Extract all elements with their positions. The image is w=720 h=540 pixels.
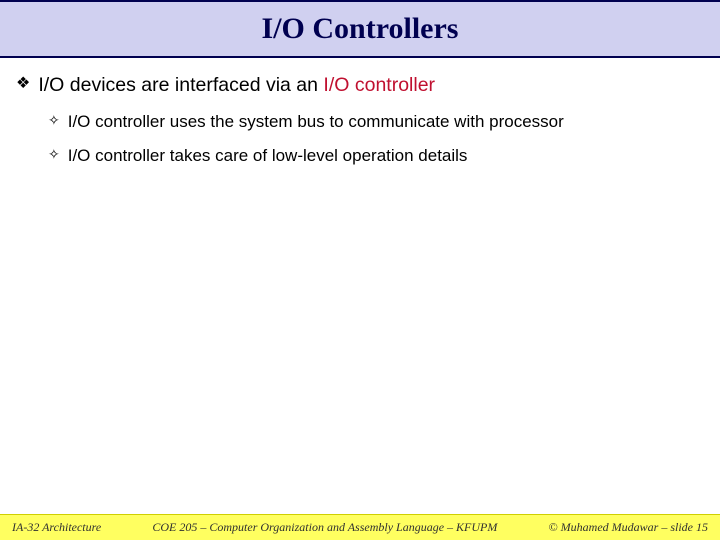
footer-left: IA-32 Architecture xyxy=(12,520,101,535)
main-bullet-row: ❖ I/O devices are interfaced via an I/O … xyxy=(16,72,704,98)
footer-center: COE 205 – Computer Organization and Asse… xyxy=(101,520,548,535)
sub-bullet-row: ✧ I/O controller takes care of low-level… xyxy=(48,144,704,168)
footer-right: © Muhamed Mudawar – slide 15 xyxy=(549,520,708,535)
diamond-open-icon: ✧ xyxy=(48,110,60,131)
main-bullet-prefix: I/O devices are interfaced via an xyxy=(38,74,323,96)
slide-title: I/O Controllers xyxy=(262,12,459,46)
main-bullet-text: I/O devices are interfaced via an I/O co… xyxy=(38,72,435,98)
sub-bullet-block: ✧ I/O controller uses the system bus to … xyxy=(16,110,704,168)
title-band: I/O Controllers xyxy=(0,0,720,58)
sub-bullet-row: ✧ I/O controller uses the system bus to … xyxy=(48,110,704,134)
main-bullet-highlight: I/O controller xyxy=(323,74,435,96)
content-area: ❖ I/O devices are interfaced via an I/O … xyxy=(0,58,720,168)
sub-bullet-text: I/O controller uses the system bus to co… xyxy=(68,110,564,134)
sub-bullet-text: I/O controller takes care of low-level o… xyxy=(68,144,468,168)
footer-bar: IA-32 Architecture COE 205 – Computer Or… xyxy=(0,514,720,540)
diamond-open-icon: ✧ xyxy=(48,144,60,165)
diamond-bullet-icon: ❖ xyxy=(16,72,30,95)
